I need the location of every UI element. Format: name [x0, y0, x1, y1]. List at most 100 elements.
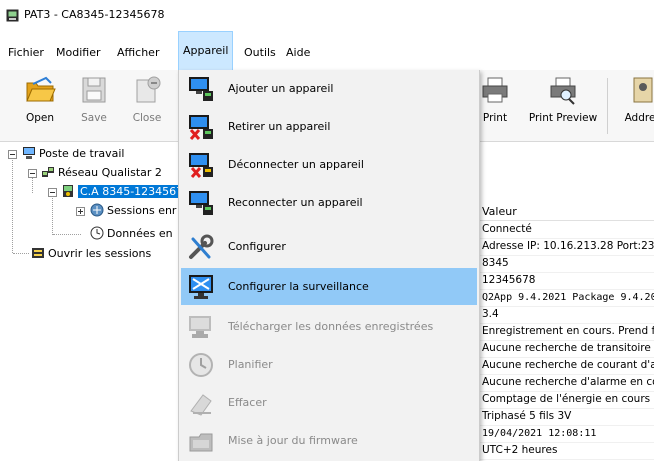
computer-icon	[23, 147, 35, 159]
menu-item-download-data[interactable]: Télécharger les données enregistrées	[181, 308, 477, 345]
detail-row: Connecté	[478, 221, 654, 239]
print-preview-icon	[550, 77, 576, 105]
menu-item-disconnect-device[interactable]: Déconnecter un appareil	[181, 146, 477, 183]
menu-item-configure[interactable]: Configurer	[181, 228, 477, 265]
detail-row: 19/04/2021 12:08:11	[478, 425, 654, 443]
tree-node-data[interactable]: Données en	[90, 225, 173, 243]
device-icon	[63, 185, 73, 197]
menu-item-reconnect-device[interactable]: Reconnecter un appareil	[181, 184, 477, 221]
detail-row: Aucune recherche de courant d'app	[478, 357, 654, 375]
collapse-toggle[interactable]	[48, 188, 57, 197]
menu-item-label: Planifier	[228, 358, 273, 371]
schedule-icon	[189, 353, 213, 377]
menu-item-label: Configurer	[228, 240, 286, 253]
tree-node-device[interactable]: C.A 8345-12345678	[61, 183, 193, 201]
sessions-icon	[90, 203, 104, 217]
open-label: Open	[25, 112, 55, 124]
menu-appareil[interactable]: Appareil	[178, 31, 234, 71]
detail-row: 8345	[478, 255, 654, 273]
download-data-icon	[189, 316, 211, 338]
detail-row: Q2App 9.4.2021 Package 9.4.2021	[478, 289, 654, 307]
expand-toggle[interactable]	[76, 207, 85, 216]
detail-row: Aucune recherche d'alarme en cours	[478, 374, 654, 392]
menu-modifier[interactable]: Modifier	[52, 43, 104, 63]
menu-item-erase[interactable]: Effacer	[181, 384, 477, 421]
tree-node-network[interactable]: Réseau Qualistar 2	[41, 164, 162, 182]
detail-row: 12345678	[478, 272, 654, 290]
tree-node-open-sessions[interactable]: Ouvrir les sessions	[31, 245, 151, 263]
detail-row: UTC+2 heures	[478, 442, 654, 460]
window-title: PAT3 - CA8345-12345678	[24, 8, 165, 21]
menu-item-add-device[interactable]: Ajouter un appareil	[181, 70, 477, 107]
menu-fichier[interactable]: Fichier	[4, 43, 48, 63]
tree-label-open-sessions: Ouvrir les sessions	[48, 247, 152, 260]
address-book-icon	[633, 77, 653, 103]
save-button[interactable]: Save	[76, 74, 112, 124]
collapse-toggle[interactable]	[8, 150, 17, 159]
open-sessions-icon	[32, 248, 44, 258]
tree-label-device: C.A 8345-12345678	[78, 185, 193, 198]
menu-item-label: Reconnecter un appareil	[228, 196, 363, 209]
detail-row: Aucune recherche de transitoire en	[478, 340, 654, 358]
erase-icon	[190, 394, 212, 416]
menu-item-label: Retirer un appareil	[228, 120, 331, 133]
add-device-icon	[189, 77, 213, 101]
tree-line	[52, 192, 53, 235]
detail-row: Adresse IP: 10.16.213.28 Port:23	[478, 238, 654, 256]
printer-icon	[482, 77, 508, 103]
save-label: Save	[81, 112, 107, 124]
print-preview-label: Print Preview	[528, 112, 598, 124]
menu-item-label: Ajouter un appareil	[228, 82, 334, 95]
network-icon	[42, 167, 54, 177]
address-button[interactable]: Addre	[620, 74, 654, 124]
menu-item-label: Effacer	[228, 396, 267, 409]
clock-icon	[90, 226, 104, 240]
tools-icon	[189, 234, 214, 259]
menu-afficher[interactable]: Afficher	[113, 43, 163, 63]
menu-item-remove-device[interactable]: Retirer un appareil	[181, 108, 477, 145]
menu-item-schedule[interactable]: Planifier	[181, 346, 477, 383]
detail-row: Triphasé 5 fils 3V	[478, 408, 654, 426]
detail-row: Comptage de l'énergie en cours	[478, 391, 654, 409]
firmware-update-icon	[189, 433, 213, 452]
detail-row: Enregistrement en cours. Prend fin:	[478, 323, 654, 341]
address-label: Addre	[624, 112, 654, 124]
menu-item-label: Télécharger les données enregistrées	[228, 320, 434, 333]
detail-row: 3.4	[478, 306, 654, 324]
print-label: Print	[482, 112, 508, 124]
floppy-disk-icon	[82, 77, 106, 103]
app-icon	[6, 9, 19, 22]
details-pane: Valeur Connecté Adresse IP: 10.16.213.28…	[478, 142, 654, 461]
tree-label-sessions: Sessions enr	[107, 204, 177, 217]
menu-item-label: Mise à jour du firmware	[228, 434, 358, 447]
device-tree: Poste de travail Réseau Qualistar 2 C.A …	[0, 142, 193, 461]
print-preview-button[interactable]: Print Preview	[527, 74, 599, 124]
title-bar: PAT3 - CA8345-12345678	[0, 0, 654, 32]
menu-item-configure-monitoring[interactable]: Configurer la surveillance	[181, 268, 477, 305]
menu-outils[interactable]: Outils	[240, 43, 280, 63]
menu-aide[interactable]: Aide	[282, 43, 314, 63]
menu-item-firmware-update[interactable]: Mise à jour du firmware	[181, 422, 477, 459]
appareil-dropdown-menu: Ajouter un appareil Retirer un appareil …	[178, 70, 480, 461]
tree-node-workstation[interactable]: Poste de travail	[22, 145, 124, 163]
close-document-icon	[136, 76, 161, 103]
remove-device-icon	[189, 115, 213, 140]
collapse-toggle[interactable]	[28, 169, 37, 178]
reconnect-device-icon	[189, 191, 213, 215]
toolbar-separator	[607, 78, 608, 134]
menu-bar: Fichier Modifier Afficher Appareil Outil…	[0, 31, 654, 71]
close-button[interactable]: Close	[127, 74, 167, 124]
close-label: Close	[132, 112, 162, 124]
disconnect-device-icon	[189, 153, 213, 178]
open-button[interactable]: Open	[20, 74, 60, 124]
value-column-header[interactable]: Valeur	[478, 196, 654, 221]
monitoring-icon	[189, 275, 213, 299]
menu-item-label: Configurer la surveillance	[228, 280, 369, 293]
tree-line	[12, 154, 13, 253]
tree-line	[53, 234, 81, 235]
menu-item-label: Déconnecter un appareil	[228, 158, 364, 171]
tree-node-sessions[interactable]: Sessions enr	[90, 202, 176, 220]
print-button[interactable]: Print	[479, 74, 511, 124]
tree-label-data: Données en	[107, 227, 173, 240]
tree-line	[13, 253, 29, 254]
